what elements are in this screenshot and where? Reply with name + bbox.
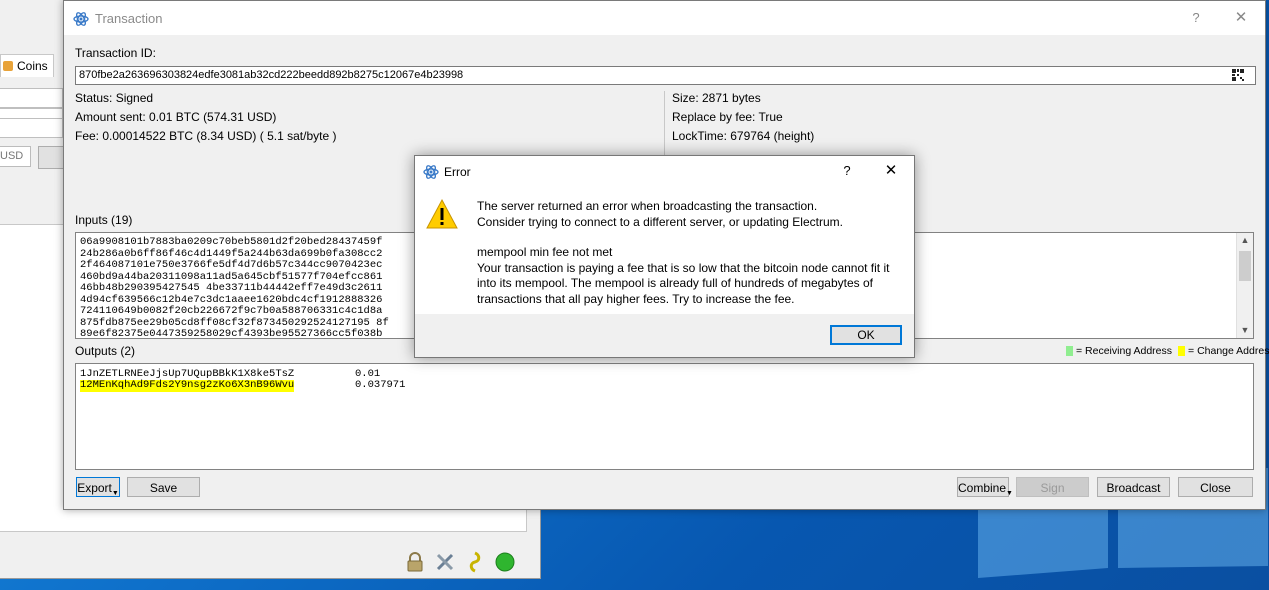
electrum-logo-icon [73,12,89,26]
input-row[interactable]: 46bb48b290395427545 4be33711b44442eff7e4… [80,282,389,295]
qrcode-icon[interactable] [1231,68,1245,82]
broadcast-button[interactable]: Broadcast [1097,477,1170,497]
ok-button[interactable]: OK [830,325,902,345]
error-close-button[interactable]: ✕ [878,160,904,182]
close-window-button[interactable]: ✕ [1228,7,1254,29]
output-address: 12MEnKqhAd9Fds2Y9nsg2zKo6X3nB96Wvu [80,379,295,392]
combine-button[interactable]: Combine▼ [957,477,1013,497]
save-button[interactable]: Save [127,477,200,497]
legend-change: = Change Address [1188,345,1269,357]
export-button[interactable]: Export▼ [76,477,120,497]
inputs-scrollbar[interactable]: ▲ ▼ [1236,233,1253,338]
error-help-button[interactable]: ? [834,160,860,182]
error-titlebar: Error ? ✕ [415,156,914,188]
fee-text: Fee: 0.00014522 BTC (8.34 USD) ( 5.1 sat… [75,129,337,143]
electrum-logo-icon [423,165,439,179]
txid-field[interactable]: 870fbe2a263696303824edfe3081ab32cd222bee… [75,66,1256,85]
main-field-1[interactable] [0,88,63,108]
input-row[interactable]: 89e6f82375e0447359258029cf4393be95527366… [80,328,389,338]
statusbar-icons [404,551,516,573]
seed-icon[interactable] [464,551,486,573]
outputs-label: Outputs (2) [75,344,136,358]
warning-icon [426,198,458,229]
legend-receiving: = Receiving Address [1076,345,1173,357]
error-dialog: Error ? ✕ The server returned an error w… [414,155,915,358]
dropdown-arrow-icon: ▼ [111,490,119,497]
scroll-up-icon[interactable]: ▲ [1237,233,1253,247]
receiving-swatch [1066,346,1073,356]
sign-button[interactable]: Sign [1016,477,1089,497]
lock-icon[interactable] [404,551,426,573]
window-title: Transaction [95,11,163,26]
main-field-3[interactable] [0,118,63,138]
usd-field[interactable]: USD [0,146,31,167]
inputs-rows: 06a9908101b7883ba0209c70beb5801d2f20bed2… [80,236,389,338]
network-status-icon[interactable] [494,551,516,573]
dropdown-arrow-icon: ▼ [1006,490,1013,497]
input-row[interactable]: 2f464087101e750e3766fe5df4d7d6b57c344cc9… [80,259,389,272]
error-message: The server returned an error when broadc… [477,199,890,306]
error-title: Error [444,165,471,179]
inputs-label: Inputs (19) [75,213,133,227]
scroll-down-icon[interactable]: ▼ [1237,323,1253,337]
coins-icon [3,61,13,71]
input-row[interactable]: 724110649b0082f20cb226672f9c7b0a58870633… [80,305,389,318]
close-button[interactable]: Close [1178,477,1253,497]
input-row[interactable]: 06a9908101b7883ba0209c70beb5801d2f20bed2… [80,236,389,249]
scroll-thumb[interactable] [1239,251,1251,281]
tab-coins[interactable]: Coins [0,54,54,77]
status-text: Status: Signed [75,91,154,105]
locktime-text: LockTime: 679764 (height) [672,129,815,143]
rbf-text: Replace by fee: True [672,110,783,124]
address-legend: = Receiving Address = Change Address [1066,345,1269,357]
txid-label: Transaction ID: [75,46,156,60]
amount-sent-text: Amount sent: 0.01 BTC (574.31 USD) [75,110,277,124]
help-button[interactable]: ? [1183,7,1209,29]
change-swatch [1178,346,1186,356]
output-amount: 0.037971 [355,379,406,391]
tools-icon[interactable] [434,551,456,573]
transaction-titlebar: Transaction ? ✕ [64,1,1265,35]
size-text: Size: 2871 bytes [672,91,761,105]
outputs-list[interactable]: 1JnZETLRNEeJjsUp7UQupBBkK1X8ke5TsZ 0.01 … [75,363,1254,470]
